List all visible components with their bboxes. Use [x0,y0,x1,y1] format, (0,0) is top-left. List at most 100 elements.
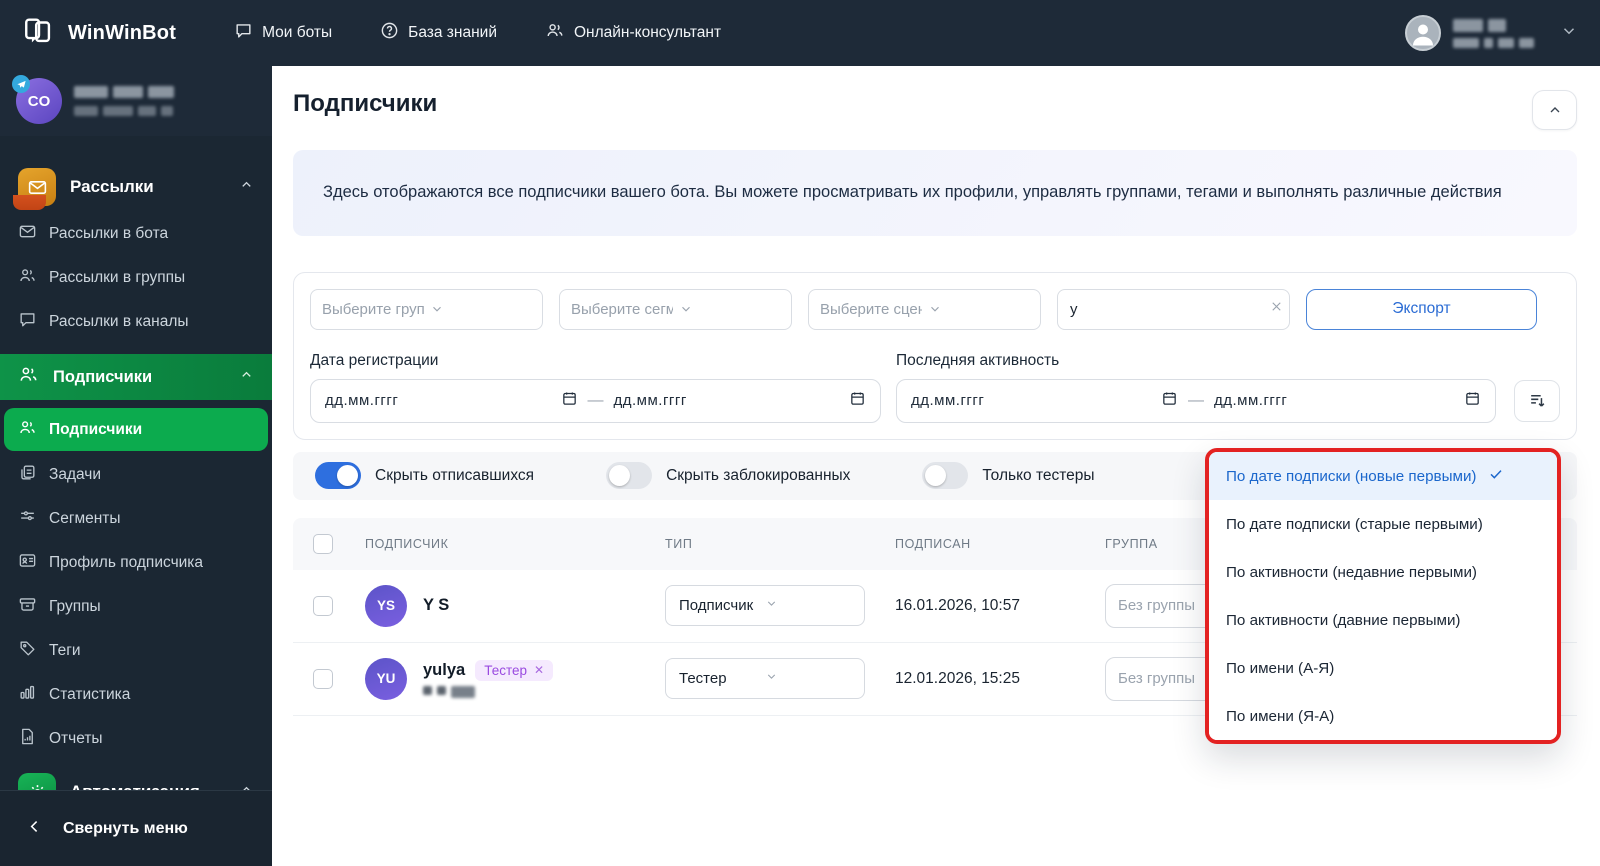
sidebar-item-tasks[interactable]: Задачи [0,453,272,497]
brand-name: WinWinBot [68,21,177,44]
sidebar-item-label: Задачи [49,466,102,483]
sidebar-item-groups[interactable]: Группы [0,585,272,629]
sidebar-section-mailings-label: Рассылки [70,177,154,196]
hide-blocked-label: Скрыть заблокированных [666,466,851,484]
registration-date-from[interactable]: дд.мм.гггг [325,390,578,411]
sort-option-name-za[interactable]: По имени (Я-А) [1209,692,1557,740]
info-banner-text: Здесь отображаются все подписчики вашего… [323,183,1502,201]
nav-knowledge-base[interactable]: База знаний [380,21,497,45]
sort-option-activity-recent[interactable]: По активности (недавние первыми) [1209,548,1557,596]
page-title: Подписчики [293,90,438,117]
sliders-icon [18,507,37,531]
calendar-icon[interactable] [849,390,866,411]
range-separator: — [587,391,604,409]
sidebar-item-statistics[interactable]: Статистика [0,673,272,717]
column-type: ТИП [665,536,693,551]
subscriber-type-select[interactable]: Подписчик [665,585,865,627]
chevron-up-icon[interactable] [239,177,254,197]
scenario-filter-select[interactable]: Выберите сценарий [808,288,1041,330]
chat-bubble-icon [234,21,253,45]
sort-option-name-az[interactable]: По имени (А-Я) [1209,644,1557,692]
brand[interactable]: WinWinBot [22,14,176,53]
sidebar-item-label: Подписчики [49,420,143,438]
nav-online-consultant[interactable]: Онлайн-консультант [545,21,721,45]
group-filter-select[interactable]: Выберите группу подпис [310,288,543,330]
column-subscribed: ПОДПИСАН [895,536,971,551]
subscriber-name[interactable]: Y S [423,596,449,615]
winwinbot-logo-icon [22,14,56,53]
select-all-checkbox[interactable] [313,533,333,554]
subscribed-date: 16.01.2026, 10:57 [895,596,1020,614]
last-activity-label: Последняя активность [896,351,1060,369]
nav-online-consultant-label: Онлайн-консультант [573,24,722,41]
tester-tag-badge: Тестер ✕ [475,659,554,681]
archive-box-icon [18,595,37,619]
nav-knowledge-base-label: База знаний [408,24,497,41]
hide-unsubscribed-toggle[interactable] [315,462,361,490]
sidebar-item-label: Профиль подписчика [49,554,204,571]
sidebar-section-subscribers[interactable]: Подписчики [0,354,272,400]
sidebar-item-subscribers-active[interactable]: Подписчики [4,408,268,451]
people-icon [18,266,37,290]
calendar-icon[interactable] [1161,390,1178,411]
segment-filter-placeholder: Выберите сегмент [571,300,673,318]
chevron-up-icon[interactable] [239,367,254,387]
row-checkbox[interactable] [313,668,333,689]
sidebar-item-label: Группы [49,598,101,615]
filters-panel: Выберите группу подпис Выберите сегмент … [293,271,1577,440]
scrolled-item-fragment [13,195,46,210]
registration-date-to[interactable]: дд.мм.гггг [614,390,867,411]
top-navbar: WinWinBot Мои боты База знаний Онлайн-ко… [0,0,1600,66]
navbar-user-area[interactable] [1405,15,1578,51]
calendar-icon[interactable] [561,390,578,411]
activity-date-from[interactable]: дд.мм.гггг [911,390,1178,411]
hide-blocked-toggle[interactable] [606,462,653,490]
search-input[interactable] [1070,300,1269,318]
calendar-icon[interactable] [1464,390,1481,411]
registration-date-label: Дата регистрации [310,351,439,369]
remove-tag-icon[interactable]: ✕ [534,663,544,677]
export-button[interactable]: Экспорт [1306,288,1537,330]
main-nav: Мои боты База знаний Онлайн-консультант [234,21,721,45]
chevron-down-icon [430,302,532,316]
chevron-down-icon[interactable] [1560,22,1578,45]
only-testers-label: Только тестеры [982,466,1095,484]
bot-avatar: CO [12,75,62,124]
segment-filter-select[interactable]: Выберите сегмент [559,288,792,330]
bot-profile[interactable]: CO [0,66,272,136]
sidebar-item-label: Рассылки в каналы [49,313,189,330]
sort-option-date-newest[interactable]: По дате подписки (новые первыми) [1209,452,1557,500]
bot-name-redacted [74,86,174,116]
chat-bubble-icon [18,310,37,334]
sidebar-item-mailings-groups[interactable]: Рассылки в группы [0,256,272,300]
sidebar-item-label: Рассылки в бота [49,225,169,242]
sort-order-button[interactable] [1514,379,1560,422]
sidebar-item-mailings-bot[interactable]: Рассылки в бота [0,212,272,256]
row-checkbox[interactable] [313,595,333,616]
subscriber-name[interactable]: yulya [423,661,465,680]
chevron-down-icon [765,597,851,614]
collapse-menu-button[interactable]: Свернуть меню [0,790,272,866]
subscriber-type-select[interactable]: Тестер [665,658,865,700]
chevron-left-icon [26,818,43,840]
only-testers-toggle[interactable] [922,462,969,490]
chevron-down-icon [928,302,1030,316]
activity-date-to[interactable]: дд.мм.гггг [1214,390,1481,411]
collapse-panel-button[interactable] [1532,90,1577,130]
bar-chart-icon [18,683,37,707]
nav-my-bots-label: Мои боты [262,24,333,41]
search-field[interactable] [1057,288,1290,330]
sidebar-item-subscriber-profile[interactable]: Профиль подписчика [0,541,272,585]
check-icon [1488,466,1504,486]
nav-my-bots[interactable]: Мои боты [234,21,332,45]
clear-search-icon[interactable] [1269,299,1284,319]
sort-option-activity-oldest[interactable]: По активности (давние первыми) [1209,596,1557,644]
sidebar-item-tags[interactable]: Теги [0,629,272,673]
sidebar-item-mailings-channels[interactable]: Рассылки в каналы [0,300,272,344]
user-avatar[interactable] [1405,15,1441,51]
hide-unsubscribed-label: Скрыть отписавшихся [375,466,535,484]
tag-icon [18,639,37,663]
sort-option-date-oldest[interactable]: По дате подписки (старые первыми) [1209,500,1557,548]
sidebar-item-segments[interactable]: Сегменты [0,497,272,541]
sidebar-item-reports[interactable]: Отчеты [0,717,272,761]
